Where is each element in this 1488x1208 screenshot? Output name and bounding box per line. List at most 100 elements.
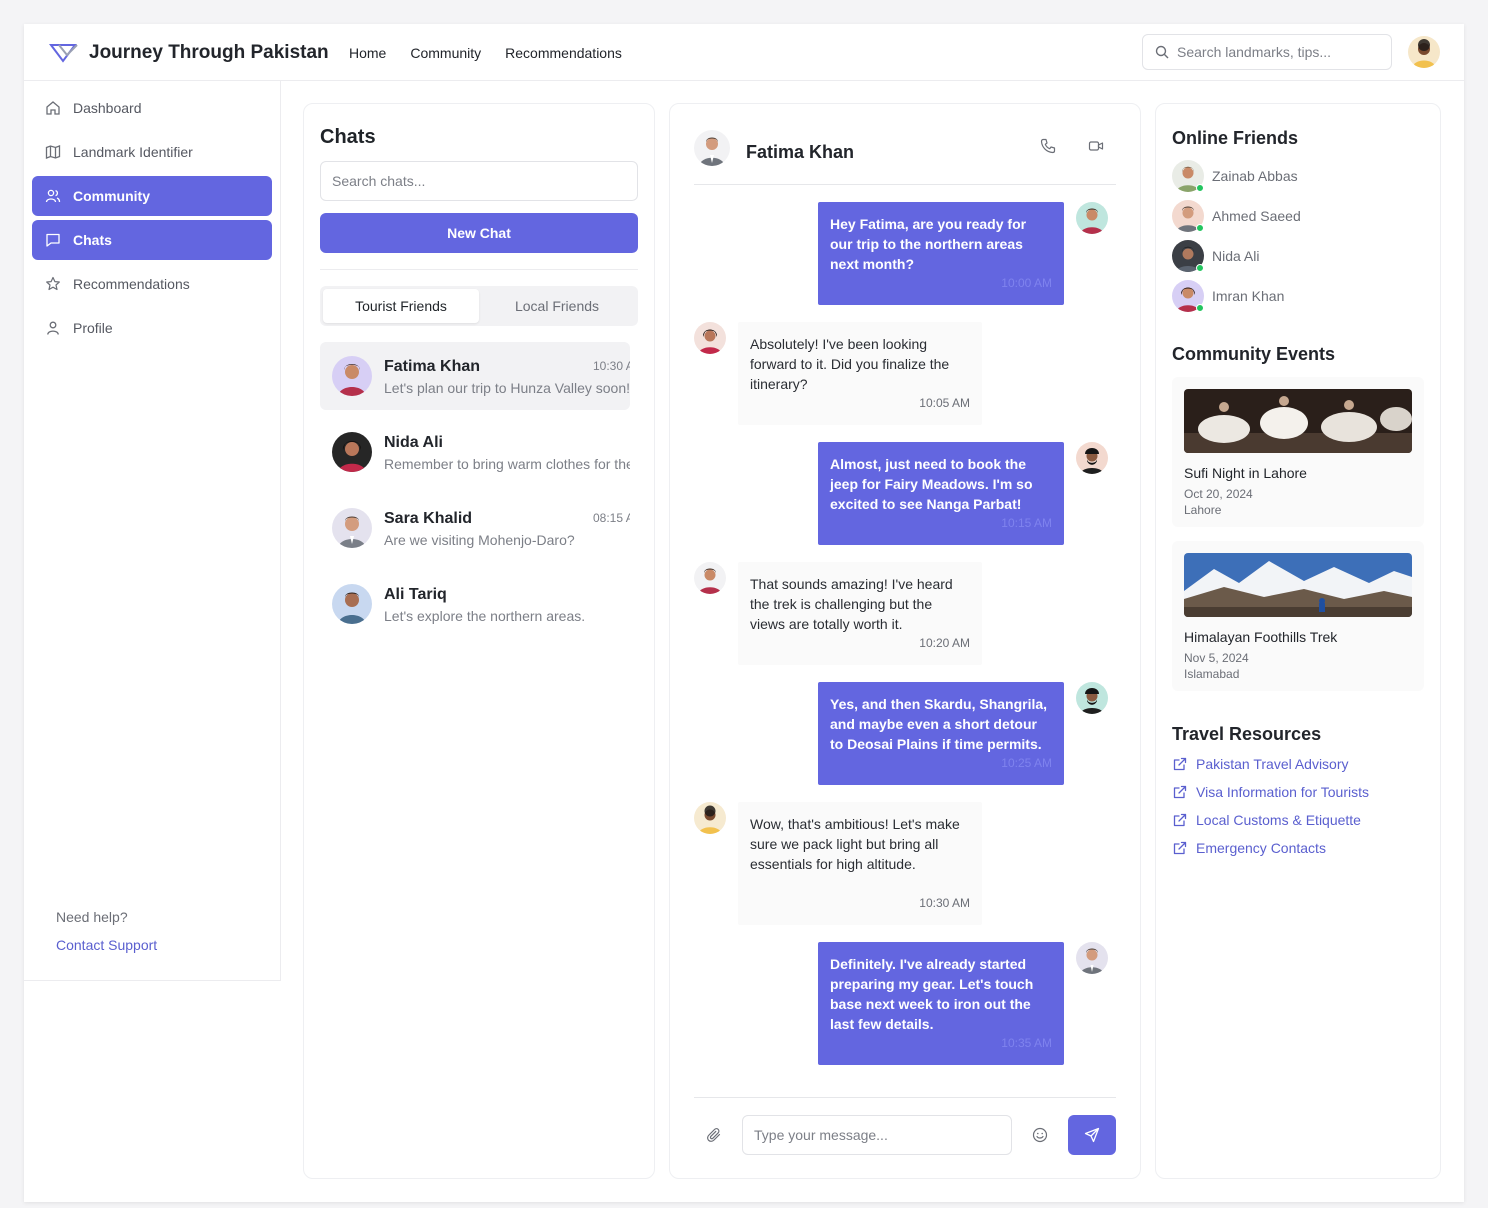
chats-panel: Chats New Chat Tourist Friends Local Fri… [303,103,655,1179]
avatar [332,508,372,548]
map-icon [45,145,61,159]
event-date: Oct 20, 2024 [1184,487,1253,501]
conversation-time: 08:15 AM [593,511,630,525]
event-date: Nov 5, 2024 [1184,651,1249,665]
event-title: Himalayan Foothills Trek [1184,629,1338,645]
resource-link[interactable]: Visa Information for Tourists [1172,784,1369,800]
online-indicator [1196,304,1204,312]
resource-link[interactable]: Local Customs & Etiquette [1172,812,1361,828]
event-card[interactable]: Himalayan Foothills Trek Nov 5, 2024 Isl… [1172,541,1424,691]
top-nav: Home Community Recommendations [349,45,622,61]
conversation-preview: Let's plan our trip to Hunza Valley soon… [384,380,630,396]
avatar [1172,240,1204,272]
send-icon [1084,1127,1100,1143]
message-time: 10:05 AM [919,396,970,410]
message-input[interactable] [742,1115,1012,1155]
message-time: 10:35 AM [1001,1036,1052,1050]
sidebar-item-community[interactable]: Community [32,176,272,216]
friend-name: Ahmed Saeed [1212,208,1301,224]
user-avatar[interactable] [1408,36,1440,68]
online-friend[interactable]: Nida Ali [1172,240,1259,272]
message-bubble-outgoing: Almost, just need to book the jeep for F… [818,442,1064,545]
phone-icon[interactable] [1040,138,1056,154]
online-friend[interactable]: Ahmed Saeed [1172,200,1301,232]
avatar [332,356,372,396]
resource-label: Local Customs & Etiquette [1196,812,1361,828]
conversation-preview: Are we visiting Mohenjo-Daro? [384,532,575,548]
tab-tourist-friends[interactable]: Tourist Friends [323,289,479,323]
message-time: 10:00 AM [1001,276,1052,290]
friend-name: Zainab Abbas [1212,168,1298,184]
users-icon [45,189,61,203]
event-image [1184,553,1412,617]
video-icon[interactable] [1088,138,1104,154]
avatar [694,130,730,166]
avatar [332,432,372,472]
message-time: 10:15 AM [1001,516,1052,530]
avatar [1076,682,1108,714]
nav-community[interactable]: Community [410,45,481,61]
online-friend[interactable]: Imran Khan [1172,280,1284,312]
resource-link[interactable]: Pakistan Travel Advisory [1172,756,1349,772]
avatar [1076,942,1108,974]
new-chat-button[interactable]: New Chat [320,213,638,253]
online-indicator [1196,184,1204,192]
event-card[interactable]: Sufi Night in Lahore Oct 20, 2024 Lahore [1172,377,1424,527]
sidebar-item-label: Community [73,188,150,204]
community-events-title: Community Events [1172,344,1336,364]
global-search-input[interactable] [1177,44,1377,60]
paperclip-icon[interactable] [706,1127,722,1143]
conversation-title: Fatima Khan [746,142,855,162]
sidebar-item-landmark-identifier[interactable]: Landmark Identifier [32,132,272,172]
message-bubble-outgoing: Hey Fatima, are you ready for our trip t… [818,202,1064,305]
emoji-icon[interactable] [1032,1127,1048,1143]
tab-local-friends[interactable]: Local Friends [479,289,635,323]
external-link-icon [1173,757,1187,771]
event-image [1184,389,1412,453]
sidebar-item-label: Chats [73,232,112,248]
sidebar-item-chats[interactable]: Chats [32,220,272,260]
conversation-item[interactable]: Ali Tariq Let's explore the northern are… [320,570,630,638]
conversation-item[interactable]: Fatima Khan 10:30 AM Let's plan our trip… [320,342,630,410]
message-text: Wow, that's ambitious! Let's make sure w… [750,816,960,872]
global-search [1142,34,1392,70]
logo-icon [49,44,78,63]
avatar [332,584,372,624]
online-friend[interactable]: Zainab Abbas [1172,160,1298,192]
conversation-preview: Let's explore the northern areas. [384,608,586,624]
conversation-panel: Fatima Khan Hey Fatima, are you ready fo… [669,103,1141,1179]
sidebar-item-profile[interactable]: Profile [32,308,272,348]
sidebar: Dashboard Landmark Identifier Community … [24,81,281,981]
chats-search-input[interactable] [320,161,638,201]
message-bubble-incoming: Absolutely! I've been looking forward to… [738,322,982,425]
right-panel: Online Friends Zainab Abbas Ahmed Saeed … [1155,103,1441,1179]
message-text: That sounds amazing! I've heard the trek… [750,576,953,632]
sidebar-item-recommendations[interactable]: Recommendations [32,264,272,304]
event-title: Sufi Night in Lahore [1184,465,1307,481]
sidebar-item-label: Profile [73,320,113,336]
avatar [694,322,726,354]
message-time: 10:20 AM [919,636,970,650]
brand[interactable]: Journey Through Pakistan [49,42,329,64]
sidebar-item-label: Dashboard [73,100,142,116]
external-link-icon [1173,785,1187,799]
conversation-name: Fatima Khan [384,358,481,375]
contact-support-link[interactable]: Contact Support [56,937,157,953]
conversation-name: Sara Khalid [384,510,473,527]
friend-name: Nida Ali [1212,248,1260,264]
conversation-item[interactable]: Sara Khalid 08:15 AM Are we visiting Moh… [320,494,630,562]
nav-home[interactable]: Home [349,45,386,61]
conversation-preview: Remember to bring warm clothes for the t… [384,456,630,472]
conversation-item[interactable]: Nida Ali Remember to bring warm clothes … [320,418,630,486]
sidebar-item-dashboard[interactable]: Dashboard [32,88,272,128]
sidebar-item-label: Landmark Identifier [73,144,193,160]
resource-link[interactable]: Emergency Contacts [1172,840,1326,856]
friend-name: Imran Khan [1212,288,1285,304]
message-bubble-incoming: Wow, that's ambitious! Let's make sure w… [738,802,982,925]
home-icon [46,101,60,115]
message-bubble-incoming: That sounds amazing! I've heard the trek… [738,562,982,665]
message-text: Almost, just need to book the jeep for F… [830,456,1033,512]
avatar [694,802,726,834]
nav-recommendations[interactable]: Recommendations [505,45,622,61]
send-button[interactable] [1068,1115,1116,1155]
